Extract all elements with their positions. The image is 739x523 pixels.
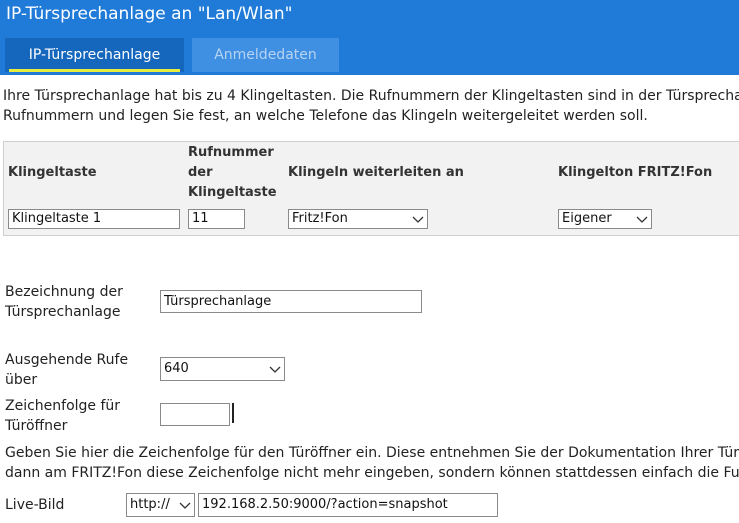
column-header-rufnummer-line-3: Klingeltaste (188, 185, 277, 200)
chevron-down-icon (179, 502, 191, 509)
tueroeffner-input[interactable] (160, 403, 230, 426)
intro-line-1: Ihre Türsprechanlage hat bis zu 4 Klinge… (3, 88, 739, 104)
tueroeffner-label-line-1: Zeichenfolge für (5, 398, 121, 414)
tab-anmeldedaten[interactable]: Anmeldedaten (192, 38, 339, 72)
tueroeffner-hint-line-2: dann am FRITZ!Fon diese Zeichenfolge nic… (5, 465, 739, 481)
column-header-klingeltaste: Klingeltaste (8, 165, 97, 180)
klingelton-select-value: Eigener (562, 211, 612, 226)
tueroeffner-label: Zeichenfolge für Türöffner (5, 396, 120, 436)
page-title: IP-Türsprechanlage an "Lan/Wlan" (6, 4, 293, 24)
bezeichnung-label-line-1: Bezeichnung der (5, 284, 123, 300)
bell-button-table: Klingeltaste Rufnummer der Klingeltaste … (3, 141, 739, 236)
tueroeffner-hint-line-1: Geben Sie hier die Zeichenfolge für den … (5, 445, 739, 461)
weiterleiten-select[interactable]: Fritz!Fon (288, 209, 428, 229)
column-header-rufnummer-line-2: der (188, 165, 213, 180)
text-cursor (232, 403, 234, 423)
intro-text: Ihre Türsprechanlage hat bis zu 4 Klinge… (3, 86, 739, 126)
ausgehende-rufe-select[interactable]: 640 (160, 357, 285, 381)
ausgehende-rufe-label-line-1: Ausgehende Rufe (5, 352, 129, 368)
tab-ip-tuersprechanlage[interactable]: IP-Türsprechanlage (5, 38, 184, 72)
header-bar: IP-Türsprechanlage an "Lan/Wlan" IP-Türs… (0, 0, 739, 75)
bezeichnung-label: Bezeichnung der Türsprechanlage (5, 282, 123, 322)
tueroeffner-hint: Geben Sie hier die Zeichenfolge für den … (5, 443, 739, 483)
live-bild-label: Live-Bild (5, 497, 65, 513)
live-bild-url-input[interactable]: 192.168.2.50:9000/?action=snapshot (198, 493, 498, 517)
column-header-rufnummer-line-1: Rufnummer (188, 145, 274, 160)
ausgehende-rufe-label: Ausgehende Rufe über (5, 350, 128, 390)
intro-line-2: Rufnummern und legen Sie fest, an welche… (3, 108, 648, 124)
klingeltaste-name-input[interactable]: Klingeltaste 1 (8, 209, 180, 229)
protocol-select-value: http:// (130, 497, 170, 512)
weiterleiten-select-value: Fritz!Fon (292, 211, 348, 226)
ausgehende-rufe-label-line-2: über (5, 372, 38, 388)
tueroeffner-label-line-2: Türöffner (5, 418, 68, 434)
ausgehende-rufe-select-value: 640 (164, 361, 189, 376)
bezeichnung-input[interactable]: Türsprechanlage (160, 290, 422, 313)
column-header-klingelton: Klingelton FRITZ!Fon (558, 165, 713, 180)
klingelton-select[interactable]: Eigener (558, 209, 652, 229)
bezeichnung-label-line-2: Türsprechanlage (5, 304, 121, 320)
protocol-select[interactable]: http:// (126, 493, 195, 517)
chevron-down-icon (412, 216, 424, 223)
column-header-rufnummer: Rufnummer der Klingeltaste (188, 143, 277, 203)
column-header-weiterleiten: Klingeln weiterleiten an (288, 165, 464, 180)
chevron-down-icon (636, 216, 648, 223)
rufnummer-input[interactable]: 11 (188, 209, 245, 229)
chevron-down-icon (269, 366, 281, 373)
